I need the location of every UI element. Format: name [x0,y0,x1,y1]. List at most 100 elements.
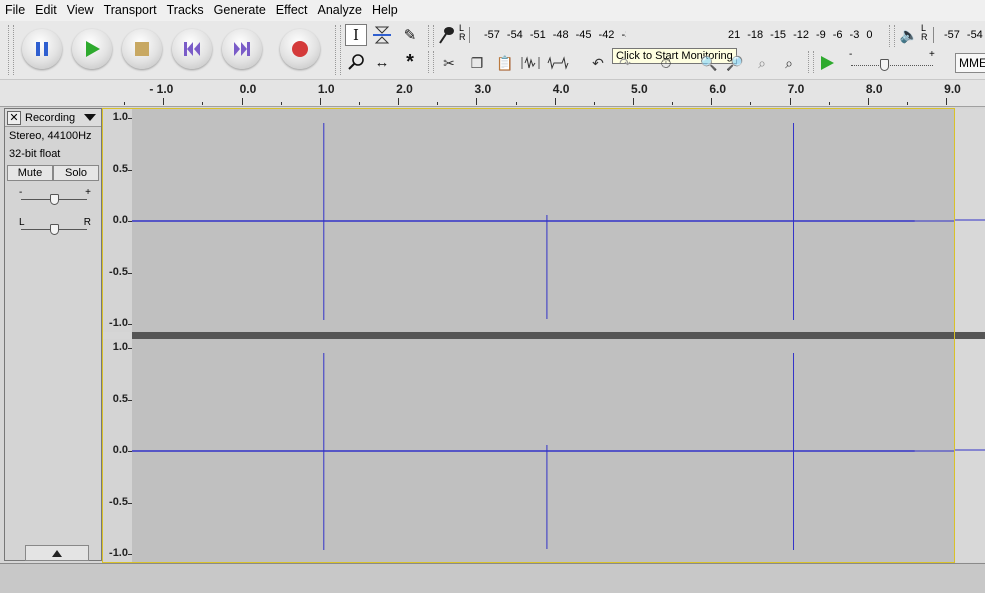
playback-meter-button[interactable]: 🔈 [898,24,920,46]
gain-plus-label: + [85,187,91,198]
ruler-tick-label: 7.0 [787,82,805,96]
toolbar-grip[interactable] [8,25,14,75]
time-shift-tool[interactable]: ↔ [371,51,393,73]
cut-button[interactable]: ✂ [437,52,461,74]
menu-edit[interactable]: Edit [30,0,62,21]
envelope-tool[interactable] [371,24,393,46]
ruler-minor-tick [515,102,517,105]
collapse-track-button[interactable] [25,545,89,561]
amplitude-label: 1.0 [112,111,128,123]
speed-slider-track[interactable] [851,65,933,66]
ruler-tick-label: 0.0 [239,82,257,96]
mute-button[interactable]: Mute [7,165,53,181]
waveform-empty-area-right[interactable] [954,339,985,562]
speed-slider-minus: - [849,49,853,60]
timeline-ruler[interactable]: - 1.0 0.0 1.0 2.0 3.0 4.0 5.0 6.0 7.0 8.0 9.0 [0,80,985,107]
tools-grip[interactable] [335,25,341,75]
playmeter-grip[interactable] [889,25,895,47]
play-button[interactable] [72,29,112,69]
ruler-minor-tick [124,102,126,105]
chevron-down-icon[interactable] [83,113,97,123]
multi-tool[interactable]: * [399,51,421,73]
ruler-tick-mark [946,98,948,105]
zoom-tool[interactable] [345,51,367,73]
zoom-out-icon: 🔎 [726,54,744,71]
skip-to-start-button[interactable] [172,29,212,69]
menu-effect[interactable]: Effect [271,0,313,21]
scissors-icon: ✂ [443,54,455,71]
redo-icon: ↷ [619,54,631,71]
record-meter-button[interactable] [437,24,459,46]
channel-separator [132,332,985,339]
record-meter[interactable]: -57 -54 -51 -48 -45 -42 -3 [469,27,626,43]
pan-slider-knob[interactable] [50,224,59,235]
menu-bar: File Edit View Transport Tracks Generate Effec… [0,0,985,21]
ruler-tick-label: 9.0 [944,82,961,96]
gain-slider[interactable]: - + [17,187,91,209]
meter-grip[interactable] [428,25,434,47]
collapse-icon [52,549,62,557]
toolbar-area: I ✎ ↔ * L R -57 -54 -51 -48 -45 -42 -3 21 -18 -1… [0,21,985,80]
undo-button[interactable]: ↶ [586,52,610,74]
ruler-tick-label: 1.0 [317,82,335,96]
copy-button[interactable]: ❐ [465,52,489,74]
waveform-empty-area-left[interactable] [954,109,985,332]
meter-scale-label: -9 [815,29,826,41]
stop-button[interactable] [122,29,162,69]
play-at-speed-button[interactable] [815,52,839,74]
selection-tool[interactable]: I [345,24,367,46]
sync-lock-button[interactable]: ⏱ [654,52,678,74]
menu-file[interactable]: File [0,0,30,21]
draw-tool[interactable]: ✎ [399,24,421,46]
zoom-in-icon: 🔍 [700,54,718,71]
amplitude-ruler-right: 1.0 0.5 0.0 -0.5 -1.0 [102,339,132,562]
meter-scale-label: 0 [866,29,873,41]
menu-transport[interactable]: Transport [99,0,162,21]
zoom-in-button[interactable]: 🔍 [697,52,721,74]
fit-project-button[interactable]: ⌕ [777,52,801,74]
menu-analyze[interactable]: Analyze [313,0,367,21]
gain-minus-label: - [19,187,23,198]
silence-audio-icon [547,56,569,70]
track-close-button[interactable]: ✕ [7,110,21,125]
record-icon [292,41,308,57]
meter-scale-label: -45 [575,29,592,41]
playback-meter[interactable]: -57 -54 [933,27,985,43]
audio-host-select[interactable]: MME [955,53,985,73]
paste-button[interactable]: 📋 [493,52,517,74]
silence-button[interactable] [546,52,570,74]
fit-selection-icon: ⌕ [758,54,766,71]
redo-button[interactable]: ↷ [613,52,637,74]
amplitude-label: -0.5 [109,265,128,278]
solo-button[interactable]: Solo [53,165,99,181]
double-arrow-icon: ↔ [374,53,390,71]
menu-view[interactable]: View [62,0,99,21]
gain-slider-knob[interactable] [50,194,59,205]
ruler-tick-label: 3.0 [474,82,492,96]
amplitude-label: 0.0 [112,214,128,226]
pause-button[interactable] [22,29,62,69]
skip-to-end-button[interactable] [222,29,262,69]
track-name-menu[interactable]: Recording [21,112,83,124]
amplitude-label: 0.5 [112,162,128,175]
empty-track-area[interactable] [0,563,985,593]
trim-button[interactable] [519,52,543,74]
ruler-minor-tick [280,102,282,105]
ruler-minor-tick [828,102,830,105]
menu-generate[interactable]: Generate [209,0,271,21]
amplitude-label: 1.0 [112,341,128,353]
edit-grip[interactable] [428,51,434,73]
meter-scale-label: -57 [944,29,960,41]
speed-slider-knob[interactable] [880,59,890,71]
playat-grip[interactable] [808,51,814,73]
track-bitdepth: 32-bit float [9,148,61,160]
record-button[interactable] [280,29,320,69]
waveform-channel-right[interactable] [132,339,954,562]
ruler-tick-mark [241,98,243,105]
waveform-channel-left[interactable] [132,109,954,332]
pan-slider[interactable]: L R [17,217,91,239]
zoom-out-button[interactable]: 🔎 [723,52,747,74]
menu-tracks[interactable]: Tracks [162,0,209,21]
menu-help[interactable]: Help [367,0,403,21]
fit-selection-button[interactable]: ⌕ [750,52,774,74]
